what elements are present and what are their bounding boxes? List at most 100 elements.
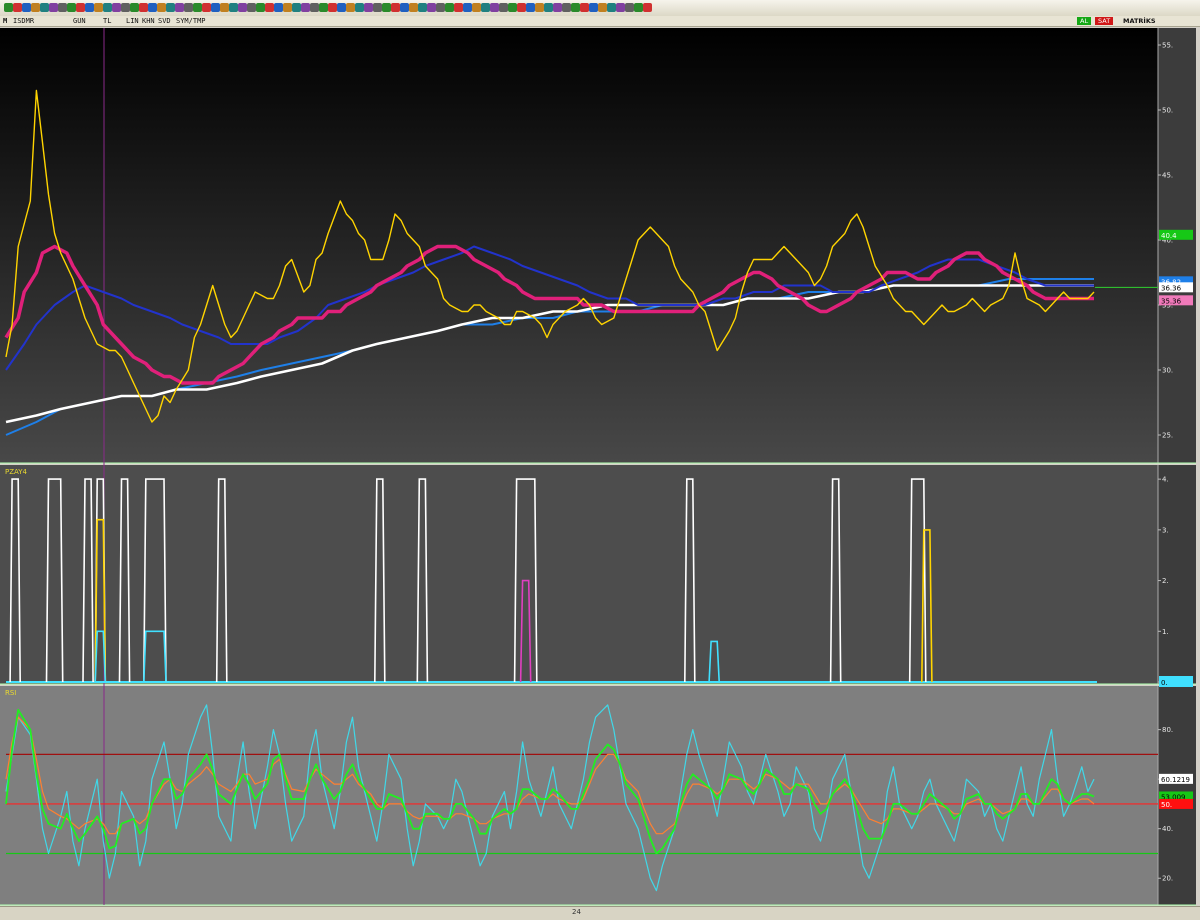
toolbar-tool-icon[interactable] <box>157 3 166 12</box>
toolbar-tool-icon[interactable] <box>454 3 463 12</box>
toolbar-tool-icon[interactable] <box>310 3 319 12</box>
toolbar-tool-icon[interactable] <box>265 3 274 12</box>
price-value-tag-label: 40.4 <box>1161 232 1177 240</box>
toolbar-tool-icon[interactable] <box>112 3 121 12</box>
toolbar-tool-icon[interactable] <box>463 3 472 12</box>
rsi-ytick-label: 80. <box>1162 726 1173 734</box>
toolbar-tool-icon[interactable] <box>616 3 625 12</box>
price-value-tag-label: 35.36 <box>1161 297 1182 305</box>
khn-tab[interactable]: KHN <box>142 16 155 26</box>
toolbar-tool-icon[interactable] <box>634 3 643 12</box>
indicator-ytick-label: 2. <box>1162 577 1169 585</box>
brand-label: MATRİKS <box>1123 17 1156 25</box>
indicator-panel-title: PZAY4 <box>5 468 28 476</box>
toolbar-tool-icon[interactable] <box>445 3 454 12</box>
toolbar-tool-icon[interactable] <box>472 3 481 12</box>
toolbar-tool-icon[interactable] <box>292 3 301 12</box>
toolbar-tool-icon[interactable] <box>598 3 607 12</box>
toolbar-tool-icon[interactable] <box>553 3 562 12</box>
toolbar-tool-icon[interactable] <box>238 3 247 12</box>
toolbar-tool-icon[interactable] <box>328 3 337 12</box>
toolbar-tool-icon[interactable] <box>13 3 22 12</box>
toolbar-tool-icon[interactable] <box>130 3 139 12</box>
toolbar-tool-icon[interactable] <box>49 3 58 12</box>
symbol-tab[interactable]: ISDMR <box>13 16 34 26</box>
toolbar-tool-icon[interactable] <box>58 3 67 12</box>
toolbar-tool-icon[interactable] <box>256 3 265 12</box>
toolbar-tool-icon[interactable] <box>184 3 193 12</box>
toolbar-tool-icon[interactable] <box>508 3 517 12</box>
price-ytick-label: 25. <box>1162 432 1173 440</box>
toolbar-tool-icon[interactable] <box>121 3 130 12</box>
toolbar-tool-icon[interactable] <box>364 3 373 12</box>
toolbar-tool-icon[interactable] <box>337 3 346 12</box>
toolbar-tool-icon[interactable] <box>346 3 355 12</box>
toolbar-tool-icon[interactable] <box>193 3 202 12</box>
toolbar-tool-icon[interactable] <box>76 3 85 12</box>
price-ytick-label: 55. <box>1162 42 1173 50</box>
currency-tab[interactable]: TL <box>103 16 111 26</box>
indicator-ytick-label: 1. <box>1162 628 1169 636</box>
toolbar-tool-icon[interactable] <box>400 3 409 12</box>
toolbar-tool-icon[interactable] <box>526 3 535 12</box>
toolbar-tool-icon[interactable] <box>22 3 31 12</box>
toolbar-tool-icon[interactable] <box>175 3 184 12</box>
chart-canvas[interactable]: 25.30.35.40.45.50.55.0.1.2.3.4.PZAY420.4… <box>0 27 1200 906</box>
toolbar-tool-icon[interactable] <box>301 3 310 12</box>
toolbar-tool-icon[interactable] <box>625 3 634 12</box>
toolbar-tool-icon[interactable] <box>418 3 427 12</box>
toolbar-tool-icon[interactable] <box>229 3 238 12</box>
toolbar-tool-icon[interactable] <box>517 3 526 12</box>
toolbar-tool-icon[interactable] <box>535 3 544 12</box>
toolbar-tool-icon[interactable] <box>319 3 328 12</box>
toolbar-tool-icon[interactable] <box>103 3 112 12</box>
toolbar-tool-icon[interactable] <box>436 3 445 12</box>
template-tab[interactable]: SYM/TMP <box>176 16 206 26</box>
toolbar-tool-icon[interactable] <box>589 3 598 12</box>
toolbar-tool-icon[interactable] <box>148 3 157 12</box>
toolbar-tool-icon[interactable] <box>247 3 256 12</box>
rsi-ytick-label: 40. <box>1162 825 1173 833</box>
linear-tab[interactable]: LIN <box>126 16 139 26</box>
toolbar-tool-icon[interactable] <box>211 3 220 12</box>
toolbar-tool-icon[interactable] <box>544 3 553 12</box>
toolbar-tool-icon[interactable] <box>139 3 148 12</box>
toolbar-tool-icon[interactable] <box>220 3 229 12</box>
indicator-panel-bg <box>0 465 1158 684</box>
toolbar-tool-icon[interactable] <box>409 3 418 12</box>
toolbar-tool-icon[interactable] <box>580 3 589 12</box>
toolbar-tool-icon[interactable] <box>562 3 571 12</box>
toolbar-tool-icon[interactable] <box>4 3 13 12</box>
toolbar-tool-icon[interactable] <box>67 3 76 12</box>
price-ytick-label: 45. <box>1162 172 1173 180</box>
toolbar-tool-icon[interactable] <box>355 3 364 12</box>
toolbar-tool-icon[interactable] <box>85 3 94 12</box>
toolbar-tool-icon[interactable] <box>166 3 175 12</box>
toolbar-tool-icon[interactable] <box>490 3 499 12</box>
toolbar-tool-icon[interactable] <box>643 3 652 12</box>
toolbar-tool-icon[interactable] <box>202 3 211 12</box>
price-panel-bg <box>0 28 1158 463</box>
toolbar-tool-icon[interactable] <box>274 3 283 12</box>
toolbar-tool-icon[interactable] <box>94 3 103 12</box>
toolbar-tool-icon[interactable] <box>373 3 382 12</box>
toolbar-tool-icon[interactable] <box>382 3 391 12</box>
period-tab[interactable]: GUN <box>73 16 86 26</box>
indicator-ytick-label: 4. <box>1162 476 1169 484</box>
svd-tab[interactable]: SVD <box>158 16 171 26</box>
toolbar-tool-icon[interactable] <box>607 3 616 12</box>
toolbar-tool-icon[interactable] <box>499 3 508 12</box>
toolbar-tool-icon[interactable] <box>391 3 400 12</box>
price-value-tag-label: 36.36 <box>1161 284 1182 292</box>
sell-button[interactable]: SAT <box>1095 17 1114 25</box>
toolbar-tool-icon[interactable] <box>481 3 490 12</box>
toolbar-tool-icon[interactable] <box>283 3 292 12</box>
toolbar-tool-icon[interactable] <box>571 3 580 12</box>
indicator-axis-bg <box>1158 465 1196 684</box>
rsi-value-tag-label: 60.1219 <box>1161 776 1190 784</box>
chart-menu-icon[interactable]: M <box>3 16 7 26</box>
toolbar-tool-icon[interactable] <box>40 3 49 12</box>
buy-button[interactable]: AL <box>1077 17 1092 25</box>
toolbar-tool-icon[interactable] <box>427 3 436 12</box>
toolbar-tool-icon[interactable] <box>31 3 40 12</box>
